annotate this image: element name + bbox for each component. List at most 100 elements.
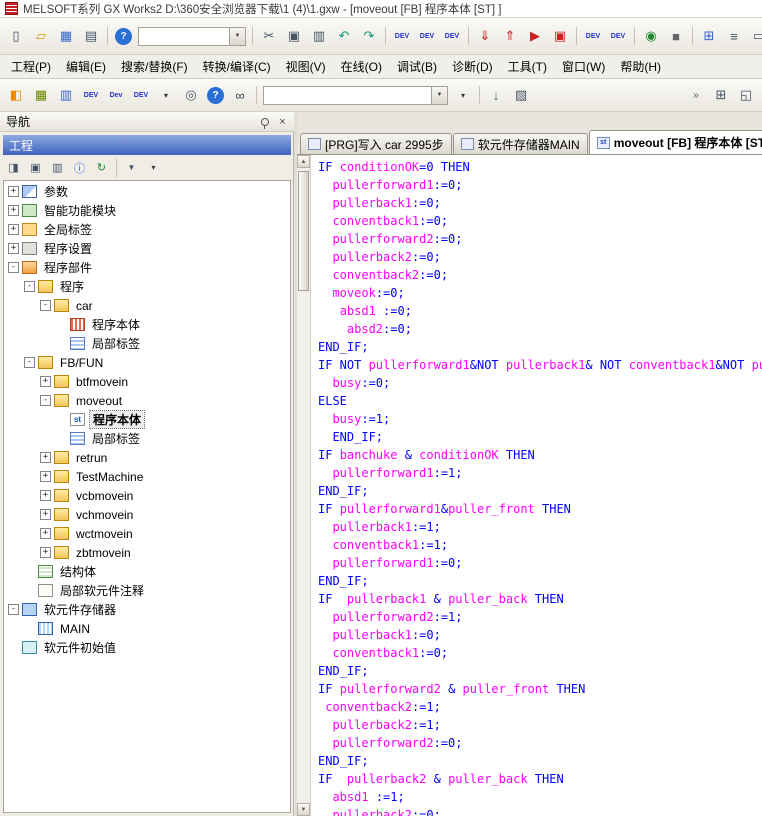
tab-moveout-fb-program-body[interactable]: stmoveout [FB] 程序本体 [ST] <box>589 130 762 154</box>
tree-item-zbtmovein[interactable]: +zbtmovein <box>4 543 290 562</box>
tree-item-global-label[interactable]: +全局标签 <box>4 220 290 239</box>
filter-icon[interactable]: ▼ <box>121 157 142 178</box>
download-program-icon[interactable]: ⇓ <box>473 24 497 48</box>
tree-item-device-memory[interactable]: -软元件存储器 <box>4 600 290 619</box>
filter-dropdown-icon[interactable]: ▾ <box>143 157 164 178</box>
copy-data-icon[interactable]: ▣ <box>25 157 46 178</box>
device-dropdown-icon[interactable]: ▾ <box>154 83 178 107</box>
verify-with-plc-icon[interactable]: DEV <box>440 24 464 48</box>
help-round-icon[interactable]: ? <box>207 87 224 104</box>
tree-item-vcbmovein[interactable]: +vcbmovein <box>4 486 290 505</box>
expand-icon[interactable]: + <box>8 186 19 197</box>
copy-icon[interactable]: ▣ <box>282 24 306 48</box>
tree-item-vchmovein[interactable]: +vchmovein <box>4 505 290 524</box>
combo-dropdown-icon[interactable]: ▼ <box>431 87 447 104</box>
tree-item-program-setting[interactable]: +程序设置 <box>4 239 290 258</box>
arrange-windows-icon[interactable]: ◱ <box>734 83 758 107</box>
modify-value-icon[interactable]: ▧ <box>509 83 533 107</box>
monitor-write-mode-icon[interactable]: ▣ <box>548 24 572 48</box>
info-icon[interactable]: ⓘ <box>69 157 90 178</box>
tree-item-device-initial-value[interactable]: 软元件初始值 <box>4 638 290 657</box>
redo-icon[interactable]: ↷ <box>357 24 381 48</box>
set-device-value-icon[interactable]: ↓ <box>484 83 508 107</box>
toolbar-overflow-icon[interactable]: » <box>684 83 708 107</box>
paste-data-icon[interactable]: ▥ <box>47 157 68 178</box>
find-dropdown-icon[interactable]: ▾ <box>451 83 475 107</box>
device-batch-monitor-icon[interactable]: DEV <box>581 24 605 48</box>
tree-item-wctmovein[interactable]: +wctmovein <box>4 524 290 543</box>
tree-item-btfmovein[interactable]: +btfmovein <box>4 372 290 391</box>
paste-icon[interactable]: ▥ <box>307 24 331 48</box>
device-monitor-icon[interactable]: DEV <box>129 83 153 107</box>
menu-online[interactable]: 在线(O) <box>334 55 389 78</box>
expand-icon[interactable]: + <box>40 376 51 387</box>
tree-item-moveout-local-label[interactable]: 局部标签 <box>4 429 290 448</box>
device-test-icon[interactable]: DEV <box>606 24 630 48</box>
menu-tools[interactable]: 工具(T) <box>501 55 554 78</box>
tree-item-program[interactable]: -程序 <box>4 277 290 296</box>
collapse-icon[interactable]: - <box>8 604 19 615</box>
menu-find-replace[interactable]: 搜索/替换(F) <box>114 55 195 78</box>
menu-diagnostics[interactable]: 诊断(D) <box>445 55 500 78</box>
tree-item-device-memory-main[interactable]: MAIN <box>4 619 290 638</box>
stop-monitor-icon[interactable]: ■ <box>664 24 688 48</box>
tree-item-car-program-body[interactable]: 程序本体 <box>4 315 290 334</box>
menu-view[interactable]: 视图(V) <box>279 55 333 78</box>
tree-item-structured-data-types[interactable]: 结构体 <box>4 562 290 581</box>
docking-select-icon[interactable]: ◨ <box>3 157 24 178</box>
write-to-plc-icon[interactable]: DEV <box>390 24 414 48</box>
tree-item-retrun[interactable]: +retrun <box>4 448 290 467</box>
collapse-icon[interactable]: - <box>40 300 51 311</box>
menu-help[interactable]: 帮助(H) <box>613 55 668 78</box>
expand-icon[interactable]: + <box>8 243 19 254</box>
fb-selection-window-icon[interactable]: ▦ <box>29 83 53 107</box>
expand-icon[interactable]: + <box>40 528 51 539</box>
upload-program-icon[interactable]: ⇑ <box>498 24 522 48</box>
monitor-mode-icon[interactable]: ▶ <box>523 24 547 48</box>
tree-item-moveout-program-body[interactable]: st程序本体 <box>4 410 290 429</box>
tab-device-memory-main[interactable]: 软元件存储器MAIN <box>453 133 588 154</box>
window-select-combo[interactable]: ▼ <box>138 27 246 46</box>
navigation-window-icon[interactable]: ◧ <box>4 83 28 107</box>
note-icon[interactable]: ▭ <box>747 24 762 48</box>
code-editor[interactable]: IF conditionOK=0 THEN pullerforward1:=0;… <box>311 155 762 816</box>
new-window-icon[interactable]: ⊞ <box>709 83 733 107</box>
tree-item-local-device-comment[interactable]: 局部软元件注释 <box>4 581 290 600</box>
collapse-icon[interactable]: - <box>24 357 35 368</box>
cut-icon[interactable]: ✂ <box>257 24 281 48</box>
statement-icon[interactable]: ≡ <box>722 24 746 48</box>
tree-item-intelligent-function-module[interactable]: +智能功能模块 <box>4 201 290 220</box>
expand-icon[interactable]: + <box>8 205 19 216</box>
print-icon[interactable]: ▤ <box>79 24 103 48</box>
help-icon[interactable]: ? <box>115 28 132 45</box>
output-window-icon[interactable]: ▥ <box>54 83 78 107</box>
tree-item-parameter[interactable]: +参数 <box>4 182 290 201</box>
undo-icon[interactable]: ↶ <box>332 24 356 48</box>
tree-item-car-local-label[interactable]: 局部标签 <box>4 334 290 353</box>
pin-icon[interactable] <box>257 114 272 129</box>
expand-icon[interactable]: + <box>40 490 51 501</box>
ladder-mode-icon[interactable]: ⊞ <box>697 24 721 48</box>
expand-icon[interactable]: + <box>40 471 51 482</box>
menu-convert-compile[interactable]: 转换/编译(C) <box>196 55 278 78</box>
start-monitor-icon[interactable]: ◉ <box>639 24 663 48</box>
scroll-thumb[interactable] <box>298 171 309 291</box>
tree-item-testmachine[interactable]: +TestMachine <box>4 467 290 486</box>
expand-icon[interactable]: + <box>40 509 51 520</box>
menu-window[interactable]: 窗口(W) <box>555 55 612 78</box>
combo-dropdown-icon[interactable]: ▼ <box>229 28 245 45</box>
collapse-icon[interactable]: - <box>24 281 35 292</box>
menu-debug[interactable]: 调试(B) <box>390 55 444 78</box>
close-icon[interactable]: × <box>275 114 290 129</box>
expand-icon[interactable]: + <box>40 452 51 463</box>
device-comment-icon[interactable]: DEV <box>79 83 103 107</box>
open-project-icon[interactable]: ▱ <box>29 24 53 48</box>
collapse-icon[interactable]: - <box>40 395 51 406</box>
find-combo[interactable]: ▼ <box>263 86 448 105</box>
tab-prg-write-car[interactable]: [PRG]写入 car 2995步 <box>300 133 452 154</box>
tree-item-car[interactable]: -car <box>4 296 290 315</box>
tree-item-moveout[interactable]: -moveout <box>4 391 290 410</box>
find-icon[interactable]: ∞ <box>228 83 252 107</box>
tree-item-pou[interactable]: -程序部件 <box>4 258 290 277</box>
menu-project[interactable]: 工程(P) <box>4 55 58 78</box>
